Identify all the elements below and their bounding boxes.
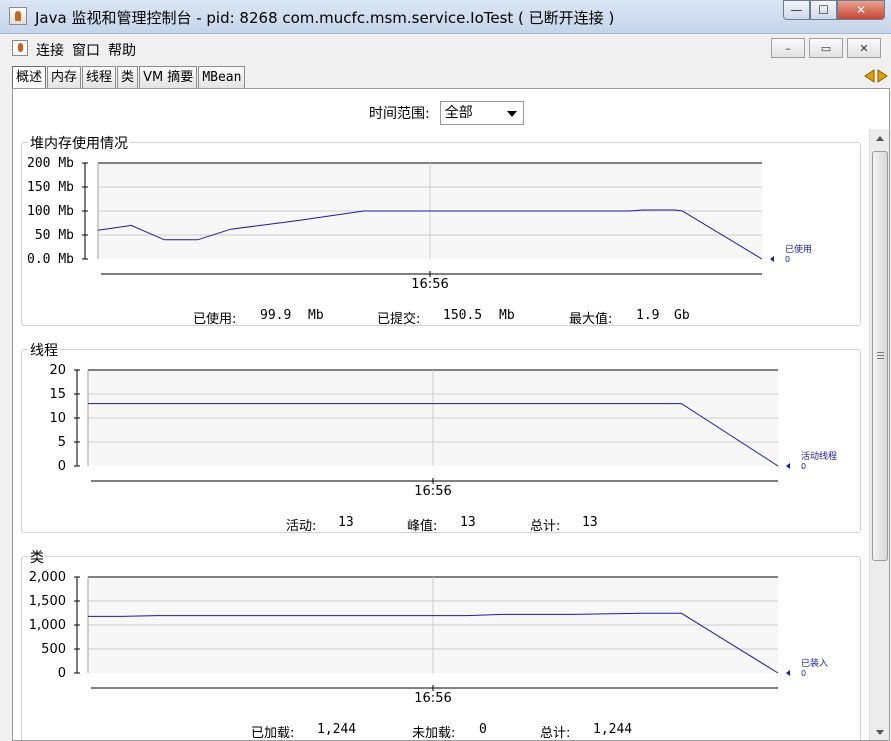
- classes-total-value: 1,244: [593, 722, 633, 737]
- menu-items: 连接 窗口 帮助: [36, 40, 136, 60]
- tab-vm-summary[interactable]: VM 摘要: [139, 66, 198, 88]
- tab-overview[interactable]: 概述: [12, 66, 47, 88]
- tab-memory[interactable]: 内存: [47, 66, 82, 88]
- heap-max-label: 最大值:: [569, 312, 613, 327]
- y-tick-label: 50 Mb: [35, 228, 74, 243]
- scrollbar-grip-icon: [877, 352, 884, 359]
- classes-unloaded-value: 0: [479, 722, 487, 737]
- classes-chart: 05001,0001,5002,00016:56已装入0: [29, 570, 828, 706]
- threads-panel: 线程 0 5 10 15 20 16:56 活动线程 0 活动: 13 峰值: 13 总计: …: [21, 340, 861, 534]
- time-range-value: 全部: [444, 105, 473, 121]
- tab-navigation-arrows-icon[interactable]: [864, 68, 888, 84]
- classes-unloaded-label: 未加载:: [412, 726, 456, 741]
- frame-restore-button[interactable]: ▭: [809, 38, 843, 58]
- scroll-up-icon[interactable]: [872, 131, 888, 147]
- window-minimize-button[interactable]: —: [783, 0, 810, 20]
- heap-used-unit: Mb: [308, 308, 324, 323]
- legend-series-name: 已装入: [801, 657, 828, 669]
- y-tick-label: 20: [49, 363, 66, 378]
- tab-bar: 概述 内存 线程 类 VM 摘要 MBean: [12, 66, 246, 88]
- y-tick-label: 5: [58, 435, 66, 450]
- menu-help[interactable]: 帮助: [108, 40, 136, 60]
- threads-live-value: 13: [338, 515, 354, 530]
- window-title-bar: Java 监视和管理控制台 - pid: 8268 com.mucfc.msm.…: [0, 0, 891, 34]
- heap-committed-label: 已提交:: [377, 312, 421, 327]
- frame-close-button[interactable]: ✕: [847, 38, 881, 58]
- window-maximize-button[interactable]: ☐: [810, 0, 837, 20]
- time-range-control: 时间范围: 全部: [369, 101, 524, 125]
- x-tick-label: 16:56: [414, 484, 451, 499]
- x-tick-label: 16:56: [414, 691, 451, 706]
- legend-marker: [770, 256, 774, 262]
- legend-series-value: 0: [801, 669, 806, 678]
- classes-total-label: 总计:: [540, 726, 571, 741]
- frame-minimize-button[interactable]: –: [771, 38, 805, 58]
- time-range-select[interactable]: 全部: [439, 101, 524, 125]
- threads-peak-value: 13: [460, 515, 476, 530]
- legend-marker: [786, 463, 790, 469]
- heap-used-value: 99.9: [260, 308, 292, 323]
- threads-total-value: 13: [582, 515, 598, 530]
- scroll-down-icon[interactable]: [872, 724, 888, 740]
- y-tick-label: 150 Mb: [27, 180, 74, 195]
- y-tick-label: 200 Mb: [27, 156, 74, 171]
- y-tick-label: 1,500: [29, 594, 66, 609]
- inner-frame-controls: – ▭ ✕: [771, 38, 881, 58]
- y-tick-label: 0: [58, 666, 66, 681]
- heap-memory-chart: 0.0 Mb 50 Mb 100 Mb 150 Mb 200 Mb 16:56 已使用0: [27, 156, 812, 292]
- legend-series-value: 0: [785, 255, 790, 264]
- legend-series-name: 已使用: [785, 243, 812, 255]
- y-tick-label: 500: [41, 642, 66, 657]
- legend-series-value: 0: [801, 462, 806, 471]
- tab-mbean[interactable]: MBean: [198, 66, 246, 88]
- heap-committed-unit: Mb: [499, 308, 515, 323]
- internal-frame-java-icon[interactable]: [12, 40, 28, 56]
- y-tick-label: 2,000: [29, 570, 66, 585]
- legend-series-name: 活动线程: [801, 450, 837, 462]
- heap-max-value: 1.9: [636, 308, 660, 323]
- threads-chart: 0510152016:56活动线程0: [49, 363, 837, 499]
- classes-loaded-value: 1,244: [317, 722, 357, 737]
- menu-bar: 连接 窗口 帮助 – ▭ ✕: [0, 34, 891, 62]
- y-tick-label: 100 Mb: [27, 204, 74, 219]
- menu-window[interactable]: 窗口: [72, 40, 100, 60]
- heap-committed-value: 150.5: [443, 308, 483, 323]
- y-tick-label: 15: [49, 387, 66, 402]
- window-title: Java 监视和管理控制台 - pid: 8268 com.mucfc.msm.…: [35, 9, 615, 27]
- y-tick-label: 0: [58, 459, 66, 474]
- tab-classes[interactable]: 类: [117, 66, 139, 88]
- overview-content: 时间范围: 全部 堆内存使用情况 0.0 Mb 50 Mb 100 Mb 150 Mb…: [12, 88, 890, 741]
- y-tick-label: 10: [49, 411, 66, 426]
- threads-total-label: 总计:: [530, 519, 561, 534]
- classes-loaded-label: 已加载:: [251, 726, 295, 741]
- window-close-button[interactable]: ✕: [837, 0, 885, 20]
- scrollbar-thumb[interactable]: [872, 151, 888, 561]
- tab-threads[interactable]: 线程: [82, 66, 117, 88]
- threads-peak-label: 峰值:: [407, 519, 438, 534]
- classes-panel: 类 0 500 1,000 1,500 2,000 16:56 已装入 0 已加载: 1,24…: [21, 547, 861, 741]
- chevron-down-icon: [506, 111, 517, 117]
- vertical-scrollbar[interactable]: [869, 129, 889, 740]
- menu-connection[interactable]: 连接: [36, 40, 64, 60]
- heap-memory-panel: 堆内存使用情况 0.0 Mb 50 Mb 100 Mb 150 Mb 200 Mb 16:…: [21, 133, 861, 327]
- java-app-icon: [9, 7, 27, 25]
- heap-used-label: 已使用:: [193, 312, 237, 327]
- time-range-label: 时间范围:: [369, 106, 430, 122]
- y-tick-label: 1,000: [29, 618, 66, 633]
- legend-marker: [786, 670, 790, 676]
- heap-max-unit: Gb: [674, 308, 690, 323]
- x-tick-label: 16:56: [411, 277, 448, 292]
- window-controls: — ☐ ✕: [783, 0, 885, 22]
- threads-live-label: 活动:: [286, 519, 317, 534]
- y-tick-label: 0.0 Mb: [27, 252, 74, 267]
